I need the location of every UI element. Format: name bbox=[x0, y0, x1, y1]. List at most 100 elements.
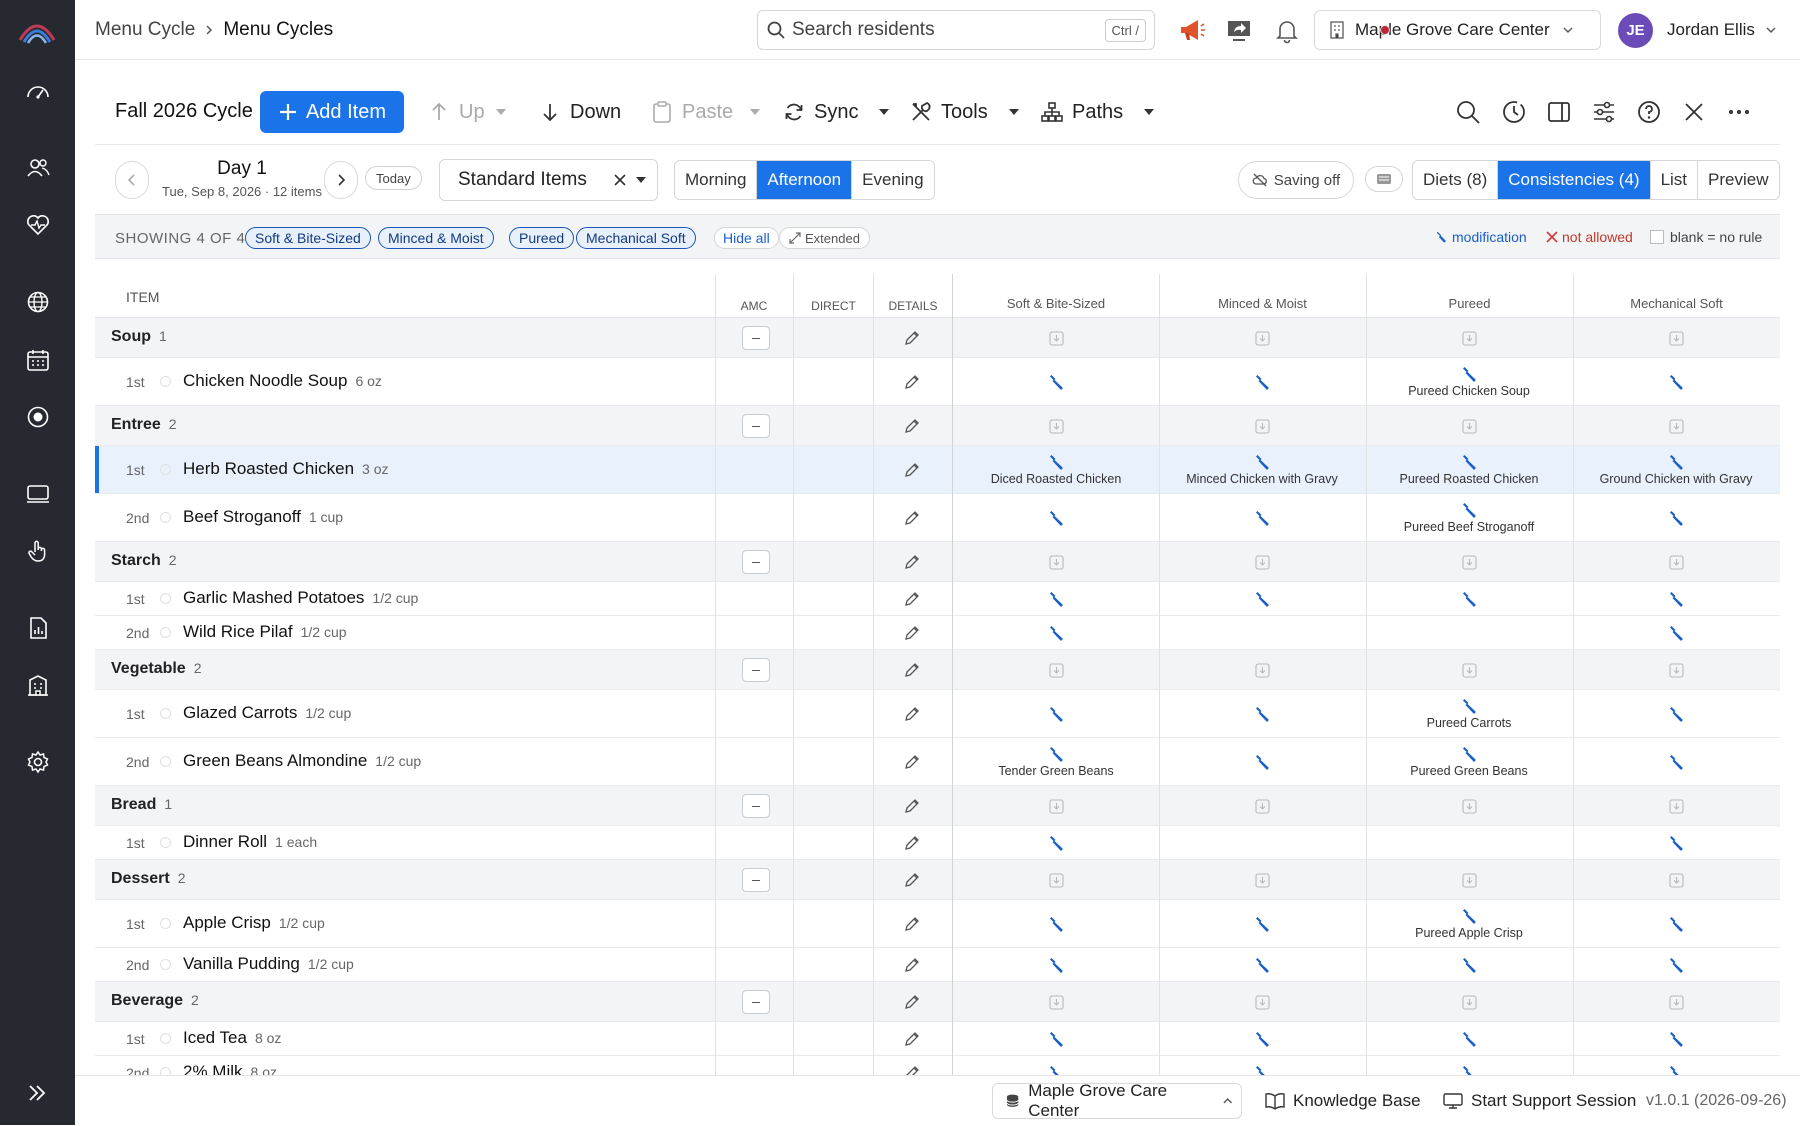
hide-all-button[interactable]: Hide all bbox=[714, 227, 779, 249]
consistency-cell[interactable] bbox=[1366, 786, 1572, 826]
megaphone-icon[interactable] bbox=[1178, 16, 1206, 44]
search-input[interactable] bbox=[792, 19, 1105, 41]
pencil-icon[interactable] bbox=[903, 871, 921, 889]
consistency-cell[interactable] bbox=[953, 948, 1159, 982]
consistency-cell[interactable] bbox=[1366, 650, 1572, 690]
collapse-button[interactable] bbox=[742, 794, 770, 818]
pencil-icon[interactable] bbox=[903, 915, 921, 933]
consistency-cell[interactable]: Tender Green Beans bbox=[953, 738, 1159, 786]
pencil-icon[interactable] bbox=[903, 509, 921, 527]
up-button[interactable]: Up bbox=[427, 91, 515, 133]
consistency-cell[interactable] bbox=[953, 318, 1159, 358]
pencil-icon[interactable] bbox=[903, 705, 921, 723]
nav-globe[interactable] bbox=[0, 282, 75, 322]
footer-facility-selector[interactable]: Maple Grove Care Center bbox=[992, 1081, 1242, 1120]
extended-toggle[interactable]: Extended bbox=[779, 227, 870, 249]
consistency-cell[interactable] bbox=[953, 826, 1159, 860]
meal-tab-afternoon[interactable]: Afternoon bbox=[757, 161, 853, 199]
table-row[interactable]: 1st Herb Roasted Chicken 3 oz Diced Roasted… bbox=[95, 446, 1780, 494]
consistency-cell[interactable]: Pureed Roasted Chicken bbox=[1366, 446, 1572, 494]
category-row[interactable]: Vegetable 2 bbox=[95, 650, 1780, 690]
pencil-icon[interactable] bbox=[903, 753, 921, 771]
consistency-cell[interactable] bbox=[1573, 826, 1779, 860]
view-tab-consistencies-4[interactable]: Consistencies (4) bbox=[1498, 161, 1651, 199]
consistency-cell[interactable] bbox=[1366, 406, 1572, 446]
meal-tab-morning[interactable]: Morning bbox=[675, 161, 758, 199]
consistency-cell[interactable] bbox=[1573, 860, 1779, 900]
nav-target[interactable] bbox=[0, 397, 75, 437]
prev-day-button[interactable] bbox=[115, 161, 149, 199]
keyboard-button[interactable] bbox=[1365, 166, 1403, 192]
nav-residents[interactable] bbox=[0, 148, 75, 188]
category-row[interactable]: Dessert 2 bbox=[95, 860, 1780, 900]
pencil-icon[interactable] bbox=[903, 624, 921, 642]
item-radio[interactable] bbox=[160, 837, 171, 848]
today-button[interactable]: Today bbox=[365, 166, 422, 190]
consistency-cell[interactable] bbox=[1159, 650, 1365, 690]
consistency-cell[interactable] bbox=[1366, 982, 1572, 1022]
view-tab-list[interactable]: List bbox=[1650, 161, 1699, 199]
chip-mechanical-soft[interactable]: Mechanical Soft bbox=[576, 227, 696, 249]
consistency-cell[interactable] bbox=[1573, 582, 1779, 616]
table-row[interactable]: 1st Garlic Mashed Potatoes 1/2 cup bbox=[95, 582, 1780, 616]
consistency-cell[interactable] bbox=[1159, 860, 1365, 900]
consistency-cell[interactable] bbox=[1159, 616, 1365, 650]
item-radio[interactable] bbox=[160, 918, 171, 929]
item-name[interactable]: Herb Roasted Chicken 3 oz bbox=[183, 459, 389, 479]
nav-building[interactable] bbox=[0, 665, 75, 705]
item-radio[interactable] bbox=[160, 627, 171, 638]
consistency-cell[interactable]: Pureed Chicken Soup bbox=[1366, 358, 1572, 406]
consistency-cell[interactable]: Pureed Apple Crisp bbox=[1366, 900, 1572, 948]
collapse-button[interactable] bbox=[742, 990, 770, 1014]
consistency-cell[interactable] bbox=[1573, 318, 1779, 358]
consistency-cell[interactable] bbox=[953, 616, 1159, 650]
category-row[interactable]: Entree 2 bbox=[95, 406, 1780, 446]
item-radio[interactable] bbox=[160, 959, 171, 970]
consistency-cell[interactable] bbox=[1573, 738, 1779, 786]
consistency-cell[interactable] bbox=[1366, 582, 1572, 616]
caret-down-icon[interactable] bbox=[749, 106, 761, 118]
item-name[interactable]: Dinner Roll 1 each bbox=[183, 832, 317, 852]
close-icon[interactable] bbox=[1681, 99, 1707, 125]
panel-icon[interactable] bbox=[1546, 99, 1572, 125]
paths-button[interactable]: Paths bbox=[1040, 91, 1163, 133]
consistency-cell[interactable] bbox=[953, 982, 1159, 1022]
item-radio[interactable] bbox=[160, 708, 171, 719]
nav-touch[interactable] bbox=[0, 531, 75, 571]
item-name[interactable]: Vanilla Pudding 1/2 cup bbox=[183, 954, 354, 974]
category-row[interactable]: Starch 2 bbox=[95, 542, 1780, 582]
item-name[interactable]: Green Beans Almondine 1/2 cup bbox=[183, 751, 421, 771]
consistency-cell[interactable] bbox=[1159, 582, 1365, 616]
item-name[interactable]: Beef Stroganoff 1 cup bbox=[183, 507, 343, 527]
consistency-cell[interactable] bbox=[1366, 542, 1572, 582]
expand-sidebar-icon[interactable] bbox=[22, 1078, 52, 1108]
item-name[interactable]: Garlic Mashed Potatoes 1/2 cup bbox=[183, 588, 418, 608]
caret-down-icon[interactable] bbox=[1008, 106, 1020, 118]
item-set-select[interactable]: Standard Items bbox=[439, 159, 658, 201]
consistency-cell[interactable] bbox=[1159, 494, 1365, 542]
logo-icon[interactable] bbox=[17, 12, 57, 46]
category-row[interactable]: Soup 1 bbox=[95, 318, 1780, 358]
table-row[interactable]: 1st Apple Crisp 1/2 cup Pureed Apple Crisp bbox=[95, 900, 1780, 948]
collapse-button[interactable] bbox=[742, 414, 770, 438]
table-row[interactable]: 2nd Beef Stroganoff 1 cup Pureed Beef Strog… bbox=[95, 494, 1780, 542]
more-icon[interactable] bbox=[1726, 99, 1752, 125]
item-radio[interactable] bbox=[160, 1033, 171, 1044]
pencil-icon[interactable] bbox=[903, 373, 921, 391]
consistency-cell[interactable] bbox=[1159, 738, 1365, 786]
item-name[interactable]: Iced Tea 8 oz bbox=[183, 1028, 281, 1048]
sync-button[interactable]: Sync bbox=[782, 91, 898, 133]
saving-toggle[interactable]: Saving off bbox=[1238, 161, 1354, 199]
add-item-button[interactable]: Add Item bbox=[260, 91, 404, 133]
pencil-icon[interactable] bbox=[903, 590, 921, 608]
consistency-cell[interactable] bbox=[1573, 616, 1779, 650]
pencil-icon[interactable] bbox=[903, 1030, 921, 1048]
nav-health[interactable] bbox=[0, 205, 75, 245]
table-row[interactable]: 1st Glazed Carrots 1/2 cup Pureed Carrots bbox=[95, 690, 1780, 738]
collapse-button[interactable] bbox=[742, 326, 770, 350]
consistency-cell[interactable] bbox=[1366, 318, 1572, 358]
consistency-cell[interactable] bbox=[953, 690, 1159, 738]
view-tab-diets-8[interactable]: Diets (8) bbox=[1413, 161, 1499, 199]
consistency-cell[interactable] bbox=[1159, 826, 1365, 860]
item-name[interactable]: Apple Crisp 1/2 cup bbox=[183, 913, 325, 933]
